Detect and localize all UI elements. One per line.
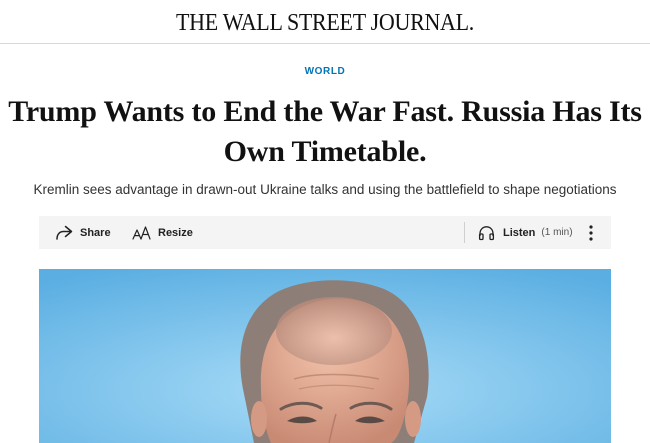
share-button[interactable]: Share [55,216,111,249]
hero-photo-illustration [39,269,611,443]
headphones-icon [478,225,495,241]
article-dek: Kremlin sees advantage in drawn-out Ukra… [33,182,617,197]
headline-line-2: Own Timetable. [223,135,427,168]
resize-button[interactable]: Resize [132,216,193,249]
share-arrow-icon [55,225,73,241]
listen-label: Listen [503,226,536,239]
hero-image[interactable] [39,269,611,443]
vertical-ellipsis-icon [589,224,593,241]
listen-duration: (1 min) [541,227,573,238]
listen-button[interactable]: Listen (1 min) [478,216,573,249]
section-label-world[interactable]: WORLD [0,66,650,77]
article-toolbar: Share Resize Listen (1 min) [39,216,611,249]
wsj-logo[interactable]: THE WALL STREET JOURNAL. [176,7,474,36]
share-label: Share [80,226,111,239]
text-resize-icon [132,225,152,241]
toolbar-divider [464,222,465,243]
more-options-button[interactable] [583,216,599,249]
headline-line-1: Trump Wants to End the War Fast. Russia … [8,95,642,128]
article-headline: Trump Wants to End the War Fast. Russia … [0,92,650,172]
masthead: THE WALL STREET JOURNAL. [0,0,650,44]
resize-label: Resize [158,226,193,239]
